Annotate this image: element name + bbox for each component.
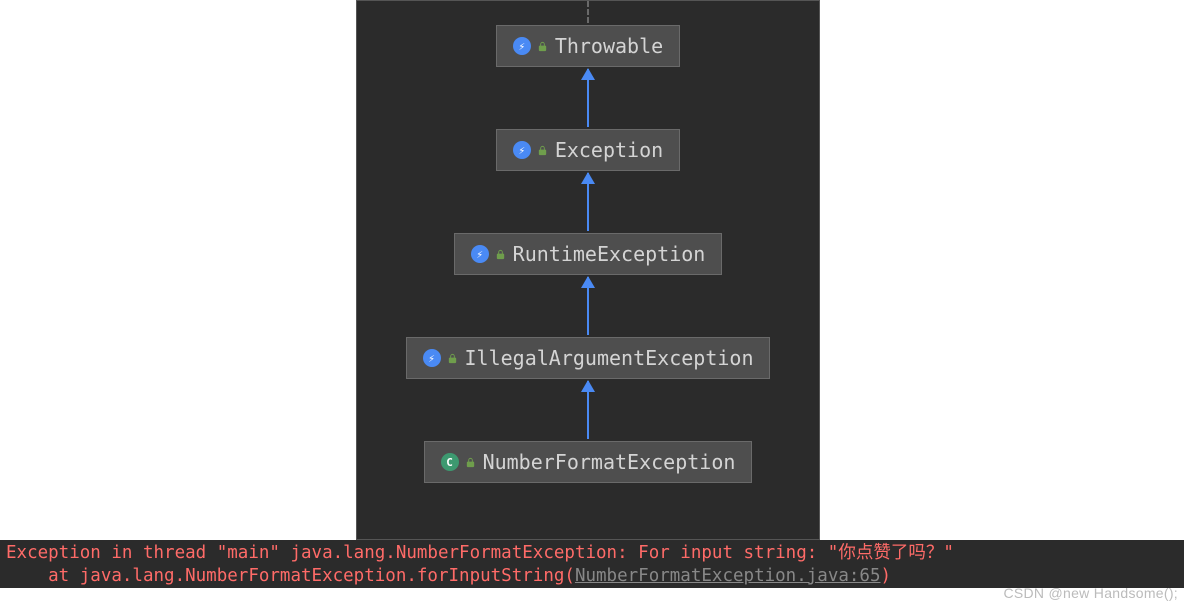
lock-icon [447,352,459,364]
class-label: Throwable [555,34,663,58]
class-label: RuntimeException [513,242,706,266]
class-label: Exception [555,138,663,162]
inheritance-arrow [587,69,589,127]
exception-message-line: Exception in thread "main" java.lang.Num… [6,542,1178,565]
class-final-icon: C [441,453,459,471]
class-hierarchy-diagram: ⚡ Throwable ⚡ Exception ⚡ RuntimeExcepti… [356,0,820,540]
inheritance-arrow [587,173,589,231]
inheritance-arrow [587,381,589,439]
source-link[interactable]: NumberFormatException.java:65 [575,566,881,586]
class-label: NumberFormatException [483,450,736,474]
lock-icon [495,248,507,260]
class-icon: ⚡ [471,245,489,263]
watermark-text: CSDN @new Handsome(); [1003,585,1178,601]
class-icon: ⚡ [513,37,531,55]
console-stacktrace: Exception in thread "main" java.lang.Num… [0,540,1184,588]
class-node-runtimeexception[interactable]: ⚡ RuntimeException [454,233,723,275]
inheritance-arrow [587,277,589,335]
class-node-numberformatexception[interactable]: C NumberFormatException [424,441,753,483]
lock-icon [537,40,549,52]
top-connector-dash [587,1,589,23]
class-node-throwable[interactable]: ⚡ Throwable [496,25,680,67]
class-label: IllegalArgumentException [465,346,754,370]
class-icon: ⚡ [423,349,441,367]
class-node-illegalargumentexception[interactable]: ⚡ IllegalArgumentException [406,337,771,379]
lock-icon [465,456,477,468]
class-node-exception[interactable]: ⚡ Exception [496,129,680,171]
class-icon: ⚡ [513,141,531,159]
exception-at-line: at java.lang.NumberFormatException.forIn… [6,565,1178,588]
lock-icon [537,144,549,156]
